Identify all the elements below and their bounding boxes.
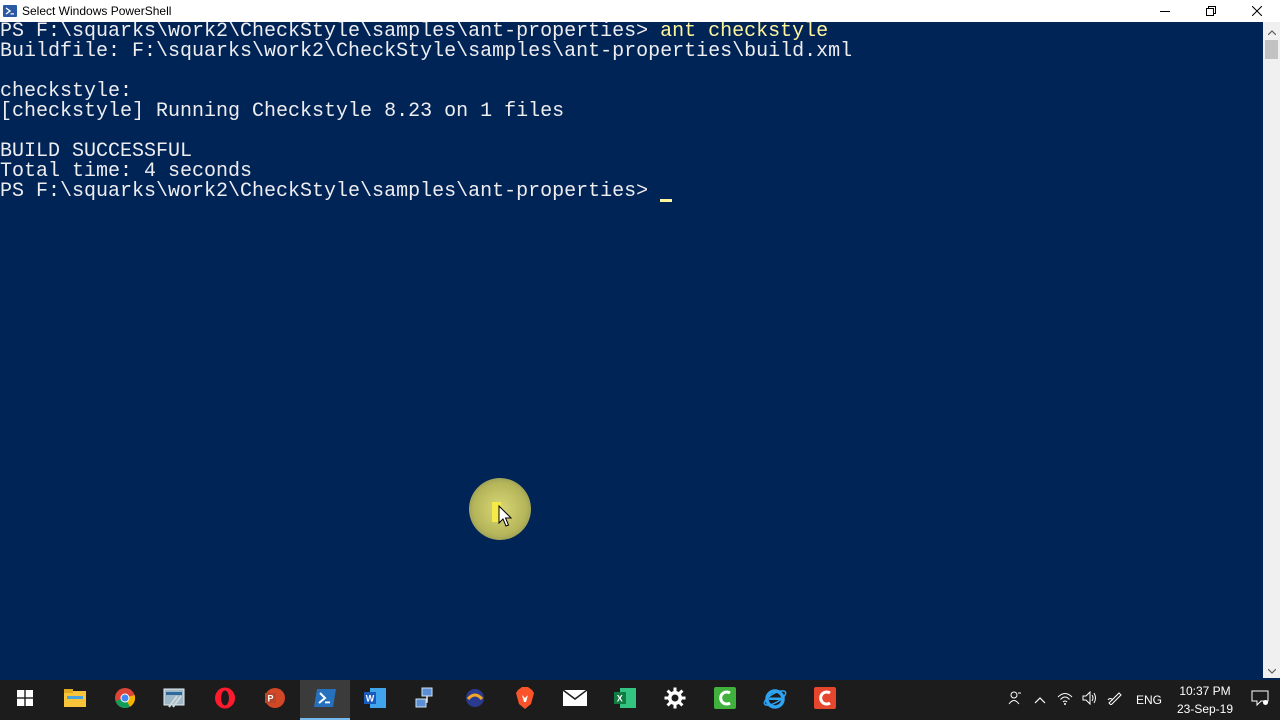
chevron-up-icon [1034, 691, 1046, 709]
window-titlebar[interactable]: Select Windows PowerShell [0, 0, 1280, 22]
start-button[interactable] [0, 680, 50, 720]
restore-button[interactable] [1188, 0, 1234, 22]
text-cursor [660, 199, 672, 202]
scroll-thumb[interactable] [1265, 40, 1278, 59]
chevron-down-icon [1267, 661, 1276, 679]
console-output[interactable]: PS F:\squarks\work2\CheckStyle\samples\a… [0, 22, 1263, 678]
chrome-icon [114, 687, 136, 714]
taskbar-internet-explorer[interactable] [750, 680, 800, 720]
clock[interactable]: 10:37 PM 23-Sep-19 [1170, 682, 1240, 718]
taskbar: P W X ENG 10:37 PM 23-Sep-19 [0, 680, 1280, 720]
console-line: [checkstyle] Running Checkstyle 8.23 on … [0, 100, 565, 123]
app-icon [464, 687, 486, 714]
console-line: PS F:\squarks\work2\CheckStyle\samples\a… [0, 182, 660, 202]
console-line: BUILD SUCCESSFUL [0, 140, 193, 163]
console-line: PS F:\squarks\work2\CheckStyle\samples\a… [0, 22, 828, 42]
powerpoint-icon: P [264, 687, 286, 714]
console-line: checkstyle: [0, 80, 133, 103]
settings-icon [664, 687, 686, 714]
windows-start-icon [17, 689, 33, 711]
scroll-up-button[interactable] [1263, 22, 1280, 39]
console-line: Total time: 4 seconds [0, 160, 253, 183]
restore-icon [1206, 6, 1216, 16]
wifi-icon [1057, 691, 1073, 710]
system-tray: ENG 10:37 PM 23-Sep-19 [1003, 680, 1280, 720]
taskbar-settings[interactable] [650, 680, 700, 720]
minimize-icon [1160, 6, 1170, 16]
brave-icon [515, 686, 535, 714]
scroll-down-button[interactable] [1263, 661, 1280, 678]
taskbar-mail[interactable] [550, 680, 600, 720]
clock-time: 10:37 PM [1179, 684, 1231, 698]
console-prompt: PS F:\squarks\work2\CheckStyle\samples\a… [0, 180, 661, 203]
tray-pen[interactable] [1103, 680, 1128, 720]
camtasia-icon [714, 686, 736, 714]
opera-icon [214, 687, 236, 714]
network-app-icon [414, 687, 436, 714]
close-icon [1252, 6, 1262, 16]
tray-show-hidden[interactable] [1028, 680, 1053, 720]
taskbar-snipping-tool[interactable] [150, 680, 200, 720]
file-explorer-icon [64, 688, 86, 712]
chevron-up-icon [1267, 22, 1276, 40]
language-indicator[interactable]: ENG [1128, 693, 1170, 707]
notification-icon [1251, 690, 1269, 711]
svg-text:P: P [268, 693, 274, 703]
taskbar-opera[interactable] [200, 680, 250, 720]
taskbar-brave[interactable] [500, 680, 550, 720]
taskbar-camtasia-recorder[interactable] [800, 680, 850, 720]
taskbar-powerpoint[interactable]: P [250, 680, 300, 720]
clock-date: 23-Sep-19 [1176, 702, 1234, 716]
snipping-tool-icon [163, 687, 187, 714]
volume-icon [1082, 690, 1098, 710]
action-center-button[interactable] [1240, 680, 1280, 720]
taskbar-camtasia[interactable] [700, 680, 750, 720]
taskbar-file-explorer[interactable] [50, 680, 100, 720]
camtasia-recorder-icon [814, 686, 836, 714]
taskbar-app[interactable] [450, 680, 500, 720]
close-button[interactable] [1234, 0, 1280, 22]
taskbar-excel[interactable]: X [600, 680, 650, 720]
taskbar-powershell[interactable] [300, 680, 350, 720]
internet-explorer-icon [763, 687, 787, 714]
powershell-app-icon [3, 4, 17, 18]
tray-network[interactable] [1053, 680, 1078, 720]
mouse-pointer-icon [492, 502, 513, 533]
window-title: Select Windows PowerShell [22, 4, 172, 18]
svg-text:X: X [617, 693, 623, 703]
taskbar-word[interactable]: W [350, 680, 400, 720]
taskbar-chrome[interactable] [100, 680, 150, 720]
vertical-scrollbar[interactable] [1263, 22, 1280, 678]
pen-icon [1107, 691, 1123, 710]
powershell-icon [314, 688, 336, 712]
tray-people[interactable] [1003, 680, 1028, 720]
mail-icon [562, 688, 588, 711]
excel-icon: X [614, 687, 636, 713]
svg-text:W: W [366, 693, 375, 703]
taskbar-network-app[interactable] [400, 680, 450, 720]
console-line: Buildfile: F:\squarks\work2\CheckStyle\s… [0, 40, 853, 63]
minimize-button[interactable] [1142, 0, 1188, 22]
word-icon: W [364, 687, 386, 713]
tray-volume[interactable] [1078, 680, 1103, 720]
people-icon [1008, 691, 1022, 710]
